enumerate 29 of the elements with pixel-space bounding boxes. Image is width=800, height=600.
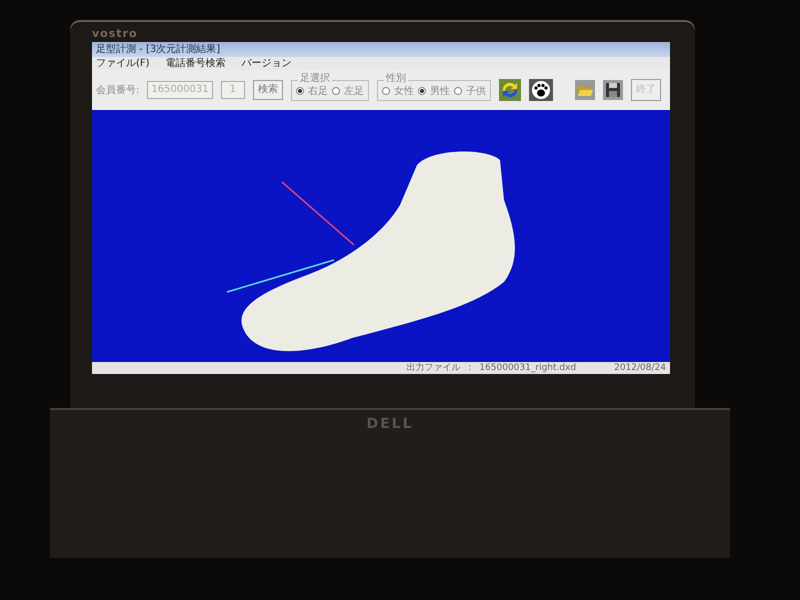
radio-button[interactable]	[382, 87, 390, 95]
radio-button[interactable]	[296, 87, 304, 95]
menu-item[interactable]: ファイル(F)	[96, 57, 150, 70]
save-disk-icon[interactable]	[603, 80, 624, 100]
radio-label: 女性	[394, 84, 414, 98]
radio-label: 男性	[430, 84, 450, 98]
status-label: 出力ファイル	[406, 362, 460, 374]
menu-item[interactable]: 電話番号検索	[166, 57, 226, 70]
radio-button[interactable]	[332, 87, 340, 95]
radio-label: 左足	[344, 84, 364, 98]
group-label: 性別	[384, 72, 408, 84]
group-label: 足選択	[298, 72, 332, 84]
radio-label: 子供	[466, 84, 486, 98]
radio-button[interactable]	[418, 87, 426, 95]
count-field[interactable]: 1	[220, 81, 246, 99]
member-number-label: 会員番号:	[96, 84, 140, 98]
radio-button[interactable]	[454, 87, 462, 95]
radio-label: 右足	[308, 84, 328, 98]
member-number-field[interactable]: 165000031	[147, 81, 213, 99]
status-file-name: 165000031_right.dxd	[479, 362, 576, 374]
search-button[interactable]: 検索	[253, 80, 284, 100]
status-date: 2012/08/24	[614, 362, 666, 374]
window-title: 足型計測 - [3次元計測結果]	[92, 42, 670, 57]
menu-item[interactable]: バージョン	[242, 57, 292, 70]
refresh-icon[interactable]	[499, 79, 522, 101]
paw-icon[interactable]	[529, 79, 554, 101]
brand-logo: DELL	[366, 415, 414, 434]
vostro-logo: vostro	[92, 26, 139, 42]
status-separator: :	[468, 362, 472, 374]
